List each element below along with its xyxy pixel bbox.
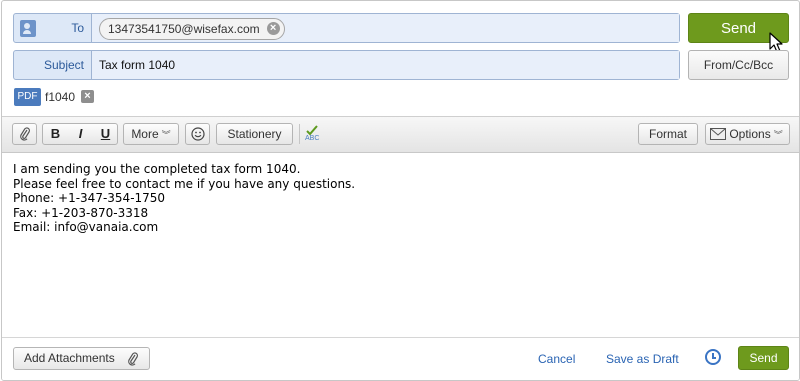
message-body[interactable]: I am sending you the completed tax form … bbox=[13, 162, 355, 235]
body-line: Fax: +1-203-870-3318 bbox=[13, 205, 149, 220]
spellcheck-button[interactable]: ABC bbox=[300, 123, 325, 145]
subject-label: Subject bbox=[43, 58, 84, 72]
save-as-draft-link[interactable]: Save as Draft bbox=[606, 352, 679, 366]
spellcheck-badge: ABC bbox=[305, 135, 320, 142]
pdf-file-icon: PDF bbox=[14, 88, 41, 106]
subject-value: Tax form 1040 bbox=[99, 58, 176, 72]
stationery-button[interactable]: Stationery bbox=[216, 123, 293, 145]
body-line: Please feel free to contact me if you ha… bbox=[13, 176, 356, 191]
italic-button[interactable]: I bbox=[68, 124, 93, 144]
body-line: Email: info@vanaia.com bbox=[13, 220, 159, 235]
remove-attachment-icon[interactable]: × bbox=[81, 90, 94, 103]
double-chevron-down-icon: ︾ bbox=[773, 130, 783, 140]
subject-field[interactable]: Tax form 1040 bbox=[91, 51, 679, 79]
to-field[interactable]: 13473541750@wisefax.com × bbox=[91, 14, 679, 42]
subject-row: Subject Tax form 1040 bbox=[13, 50, 680, 80]
paperclip-icon bbox=[19, 127, 30, 141]
options-label: Options bbox=[729, 127, 771, 141]
body-line: I am sending you the completed tax form … bbox=[13, 162, 301, 176]
format-button[interactable]: Format bbox=[638, 123, 698, 145]
remove-recipient-icon[interactable]: × bbox=[266, 22, 280, 35]
compose-window: To 13473541750@wisefax.com × Subject Tax… bbox=[1, 0, 800, 381]
body-line: Phone: +1-347-354-1750 bbox=[13, 191, 166, 206]
to-row: To 13473541750@wisefax.com × bbox=[13, 13, 680, 43]
attachment-name[interactable]: f1040 bbox=[45, 88, 75, 106]
more-button[interactable]: More ︾ bbox=[123, 123, 179, 145]
add-attachments-button[interactable]: Add Attachments bbox=[13, 347, 150, 370]
envelope-icon bbox=[710, 128, 726, 140]
cancel-link[interactable]: Cancel bbox=[538, 352, 575, 366]
smiley-icon bbox=[190, 127, 205, 141]
bold-button[interactable]: B bbox=[43, 124, 68, 144]
double-chevron-down-icon: ︾ bbox=[161, 130, 171, 140]
underline-button[interactable]: U bbox=[93, 124, 118, 144]
formatting-toolbar: B I U More ︾ Stationery ABC Format Optio… bbox=[2, 116, 799, 153]
more-label: More bbox=[131, 127, 159, 141]
paperclip-icon bbox=[128, 352, 138, 366]
from-cc-bcc-button[interactable]: From/Cc/Bcc bbox=[688, 50, 789, 80]
add-attachments-label: Add Attachments bbox=[24, 351, 115, 365]
attach-file-button[interactable] bbox=[12, 123, 37, 145]
send-button-bottom[interactable]: Send bbox=[738, 346, 789, 370]
to-label: To bbox=[71, 21, 84, 35]
emoticon-button[interactable] bbox=[185, 123, 210, 145]
compose-footer: Add Attachments Cancel Save as Draft Sen… bbox=[2, 337, 799, 380]
schedule-clock-icon[interactable] bbox=[705, 349, 721, 365]
recipient-chip[interactable]: 13473541750@wisefax.com × bbox=[99, 18, 285, 40]
options-button[interactable]: Options ︾ bbox=[705, 123, 790, 145]
text-style-group: B I U bbox=[42, 123, 118, 145]
recipient-address: 13473541750@wisefax.com bbox=[108, 22, 260, 36]
